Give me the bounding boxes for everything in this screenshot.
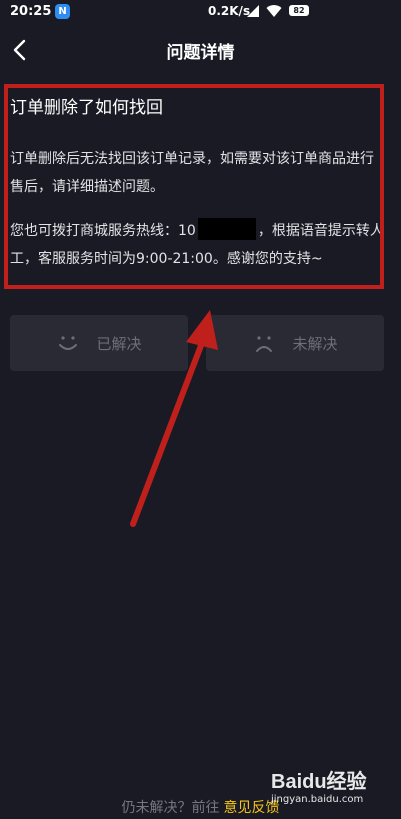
page-title: 问题详情	[166, 43, 235, 63]
unsolved-label: 未解决	[292, 334, 338, 353]
help-detail-page: 20:25 N 0.2K/s 82 问题详情 订单删除了如何找回 订单删除后无法…	[0, 0, 401, 819]
solved-label: 已解决	[96, 334, 142, 353]
sad-face-icon	[256, 336, 273, 352]
article-paragraph-1: 订单删除后无法找回该订单记录，如需要对该订单商品进行售后，请详细描述问题。	[10, 151, 374, 195]
sim-signal-icon	[247, 5, 259, 17]
wifi-icon	[266, 5, 282, 18]
article-content: 订单删除了如何找回 订单删除后无法找回该订单记录，如需要对该订单商品进行售后，请…	[10, 95, 385, 289]
status-time: 20:25	[10, 4, 52, 19]
battery-icon: 82	[289, 5, 309, 16]
hotline-text-before: 您也可拨打商城服务热线：10	[10, 223, 196, 239]
redacted-phone-number	[197, 218, 256, 240]
article-paragraph-2: 您也可拨打商城服务热线：10 ，根据语音提示转人工，客服服务时间为9:00-21:…	[10, 217, 385, 273]
unsolved-button[interactable]: 未解决	[206, 315, 384, 371]
status-bar: 20:25 N 0.2K/s 82	[0, 0, 401, 24]
footer-prompt-text: 仍未解决？前往	[121, 800, 220, 816]
watermark-url: jingyan.baidu.com	[271, 794, 364, 805]
baidu-watermark: Baidu经验 jingyan.baidu.com	[271, 765, 381, 809]
network-speed: 0.2K/s	[208, 4, 251, 18]
watermark-logo: Baidu经验	[271, 771, 367, 793]
nav-bar: 问题详情	[0, 28, 401, 72]
smile-face-icon	[59, 336, 78, 350]
article-title: 订单删除了如何找回	[10, 98, 163, 118]
solved-button[interactable]: 已解决	[10, 315, 188, 371]
app-notification-icon: N	[55, 4, 70, 19]
